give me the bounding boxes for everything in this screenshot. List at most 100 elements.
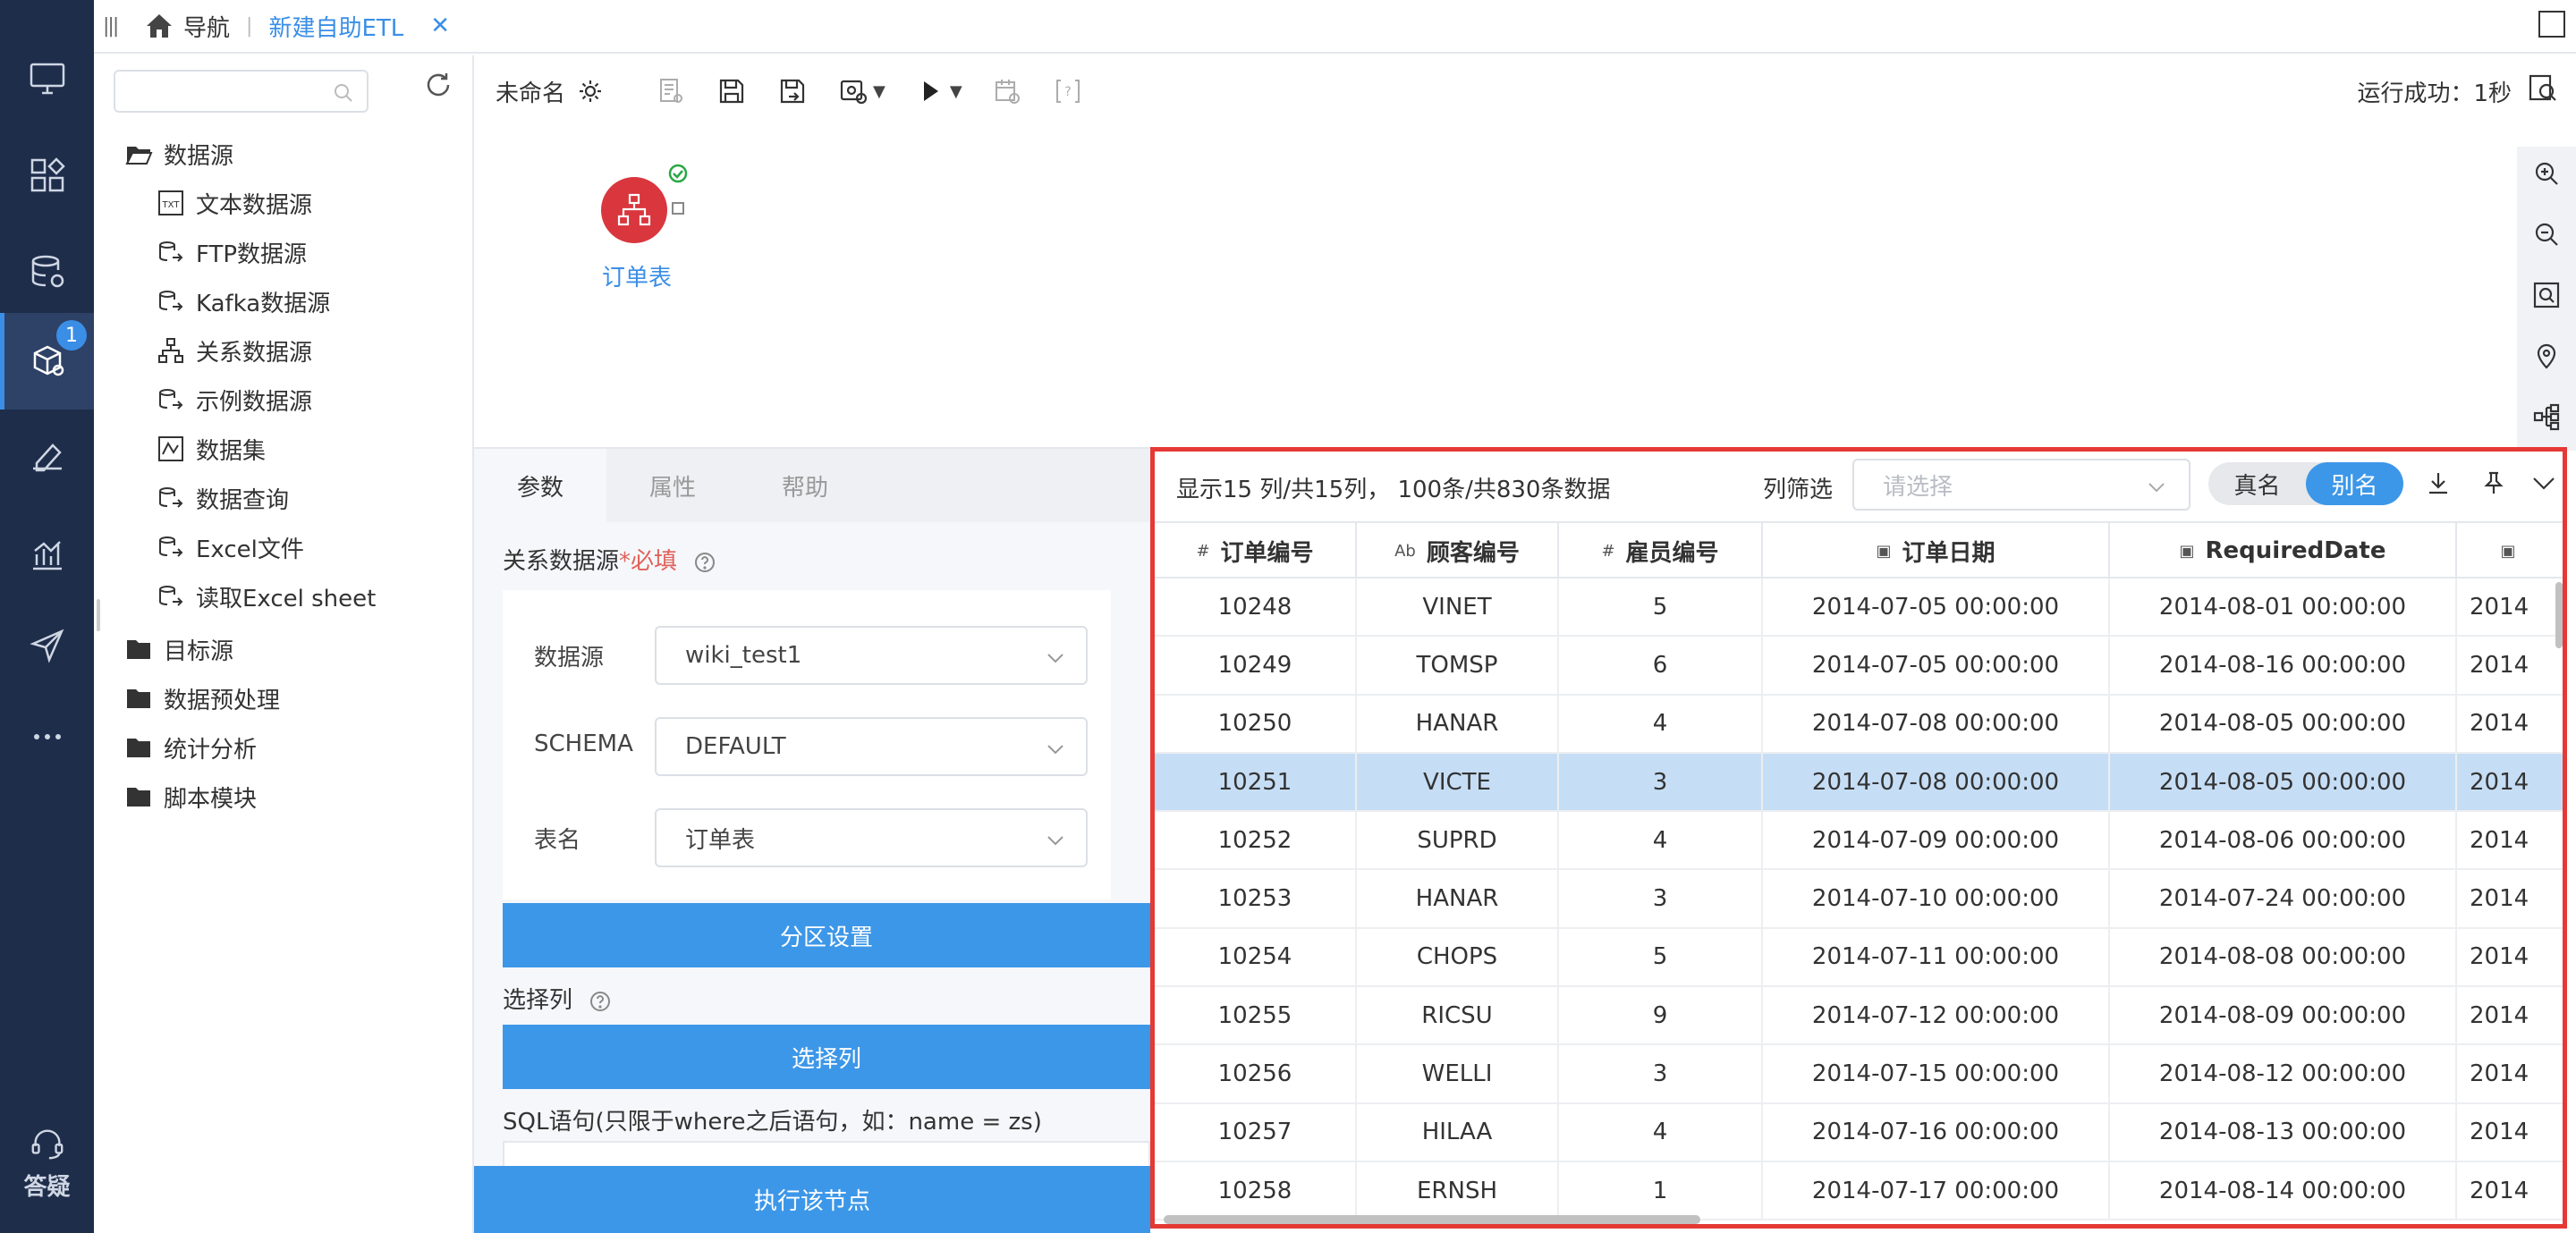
save-as-icon[interactable] <box>778 77 807 106</box>
nav-database-settings-icon[interactable] <box>0 224 94 320</box>
nav-chart-icon[interactable] <box>0 506 94 603</box>
nav-etl-cube-icon[interactable]: 1 <box>0 313 94 410</box>
column-header[interactable]: Ab 顾客编号 <box>1357 523 1559 578</box>
tree-item-ftp-source[interactable]: FTP数据源 <box>157 234 307 270</box>
tree-group-target[interactable]: 目标源 <box>124 631 233 667</box>
column-filter-select[interactable]: 请选择 <box>1852 459 2190 511</box>
question-icon[interactable] <box>693 551 716 574</box>
tree-item-relational-source[interactable]: 关系数据源 <box>157 333 312 368</box>
table-row[interactable]: 10257 HILAA 4 2014-07-16 00:00:00 2014-08-13… <box>1155 1103 2563 1162</box>
flow-node-order-table[interactable] <box>601 177 667 243</box>
database-link-icon <box>159 389 183 410</box>
column-header[interactable]: ▣ <box>2457 523 2563 578</box>
run-log-icon[interactable] <box>2528 73 2558 104</box>
help-bracket-icon[interactable]: ? <box>1054 77 1082 106</box>
tree-group-statistics[interactable]: 统计分析 <box>124 730 257 765</box>
sql-input[interactable] <box>503 1141 1150 1168</box>
tab-new-etl[interactable]: 新建自助ETL <box>268 10 403 43</box>
table-row[interactable]: 10253 HANAR 3 2014-07-10 00:00:00 2014-07-24… <box>1155 870 2563 929</box>
locate-icon[interactable] <box>2532 342 2561 370</box>
table-select[interactable]: 订单表 <box>655 808 1088 867</box>
table-cell: 4 <box>1559 1103 1763 1161</box>
table-row[interactable]: 10254 CHOPS 5 2014-07-11 00:00:00 2014-08-08… <box>1155 928 2563 988</box>
table-row[interactable]: 10251 VICTE 3 2014-07-08 00:00:00 2014-08-05… <box>1155 753 2563 813</box>
table-row[interactable]: 10256 WELLI 3 2014-07-15 00:00:00 2014-08-12… <box>1155 1045 2563 1104</box>
collapse-chevron-icon[interactable] <box>2530 469 2557 496</box>
zoom-in-icon[interactable] <box>2532 159 2561 188</box>
tree-item-excel-file[interactable]: Excel文件 <box>157 529 304 565</box>
properties-icon[interactable] <box>657 77 685 106</box>
tree-item-excel-sheet[interactable]: 读取Excel sheet <box>157 578 376 614</box>
close-tab-icon[interactable]: ✕ <box>430 13 450 39</box>
maximize-icon[interactable] <box>2538 11 2565 38</box>
run-icon[interactable] <box>916 77 945 106</box>
partition-settings-button[interactable]: 分区设置 <box>503 903 1150 967</box>
chevron-down-icon[interactable]: ▼ <box>873 82 886 101</box>
help-button[interactable]: 答疑 <box>0 1113 94 1212</box>
tree-item-kafka-source[interactable]: Kafka数据源 <box>157 283 330 319</box>
nav-monitor-icon[interactable] <box>0 30 94 127</box>
nav-pen-icon[interactable] <box>0 410 94 506</box>
tree-scrollbar[interactable] <box>97 599 100 631</box>
refresh-icon[interactable] <box>423 70 453 100</box>
pin-icon[interactable] <box>2480 469 2507 496</box>
vertical-scrollbar[interactable] <box>2555 582 2563 648</box>
tree-search-input[interactable] <box>114 70 369 113</box>
column-header[interactable]: ▣ 订单日期 <box>1763 523 2110 578</box>
table-cell: 2014 <box>2457 578 2563 635</box>
execute-node-button[interactable]: 执行该节点 <box>474 1166 1150 1233</box>
flow-settings-icon[interactable] <box>576 77 605 106</box>
tree-group-datasource[interactable]: 数据源 <box>124 136 233 172</box>
tree-group-script[interactable]: 脚本模块 <box>124 779 257 815</box>
schema-select[interactable]: DEFAULT <box>655 717 1088 776</box>
download-icon[interactable] <box>2425 469 2452 496</box>
table-cell: 2014-07-11 00:00:00 <box>1763 928 2110 986</box>
toggle-alias[interactable]: 别名 <box>2306 462 2403 505</box>
flow-canvas[interactable]: 订单表 <box>474 127 2576 451</box>
chevron-down-icon[interactable]: ▼ <box>950 82 962 101</box>
nav-apps-icon[interactable] <box>0 127 94 224</box>
tree-group-preprocess[interactable]: 数据预处理 <box>124 680 280 716</box>
save-icon[interactable] <box>717 77 746 106</box>
nav-more-icon[interactable] <box>0 688 94 785</box>
column-header[interactable]: # 订单编号 <box>1155 523 1357 578</box>
toggle-real-name[interactable]: 真名 <box>2208 462 2306 505</box>
layout-tree-icon[interactable] <box>2532 402 2561 431</box>
nav-breadcrumb[interactable]: 导航 <box>183 10 230 43</box>
table-cell: 4 <box>1559 695 1763 752</box>
tab-properties[interactable]: 属性 <box>606 449 739 522</box>
select-columns-button[interactable]: 选择列 <box>503 1025 1150 1089</box>
column-header[interactable]: ▣ RequiredDate <box>2110 523 2457 578</box>
node-output-port[interactable] <box>672 202 684 215</box>
tree-item-data-query[interactable]: 数据查询 <box>157 480 289 516</box>
nav-send-icon[interactable] <box>0 597 94 694</box>
table-row[interactable]: 10249 TOMSP 6 2014-07-05 00:00:00 2014-08-16… <box>1155 637 2563 696</box>
fit-view-icon[interactable] <box>2532 281 2561 309</box>
tree-item-sample-source[interactable]: 示例数据源 <box>157 382 312 418</box>
name-alias-toggle[interactable]: 真名 别名 <box>2208 462 2403 505</box>
tree-item-text-source[interactable]: TXT 文本数据源 <box>157 185 312 221</box>
table-row[interactable]: 10252 SUPRD 4 2014-07-09 00:00:00 2014-08-06… <box>1155 812 2563 871</box>
flow-node-label[interactable]: 订单表 <box>601 259 673 292</box>
column-header[interactable]: # 雇员编号 <box>1559 523 1763 578</box>
date-type-icon: ▣ <box>1876 541 1892 561</box>
datasource-select[interactable]: wiki_test1 <box>655 626 1088 685</box>
table-row[interactable]: 10250 HANAR 4 2014-07-08 00:00:00 2014-08-05… <box>1155 695 2563 754</box>
schedule-icon[interactable] <box>993 77 1021 106</box>
tree-item-dataset[interactable]: 数据集 <box>157 431 266 467</box>
run-config-icon[interactable] <box>839 77 868 106</box>
tab-params[interactable]: 参数 <box>474 449 606 522</box>
menu-lines-icon[interactable]: ||| <box>103 15 119 38</box>
tree-group-label: 脚本模块 <box>164 785 258 813</box>
horizontal-scrollbar[interactable] <box>1164 1215 1700 1224</box>
table-row[interactable]: 10258 ERNSH 1 2014-07-17 00:00:00 2014-08-14… <box>1155 1161 2563 1221</box>
zoom-out-icon[interactable] <box>2532 220 2561 249</box>
tree-item-label: Excel文件 <box>196 536 304 563</box>
tab-help[interactable]: 帮助 <box>739 449 871 522</box>
home-icon[interactable] <box>144 11 174 41</box>
question-icon[interactable] <box>589 990 612 1013</box>
table-row[interactable]: 10248 VINET 5 2014-07-05 00:00:00 2014-08-01… <box>1155 578 2563 638</box>
table-row[interactable]: 10255 RICSU 9 2014-07-12 00:00:00 2014-08-09… <box>1155 987 2563 1046</box>
flow-name[interactable]: 未命名 <box>496 75 565 108</box>
table-cell: 2014-08-05 00:00:00 <box>2110 753 2457 811</box>
